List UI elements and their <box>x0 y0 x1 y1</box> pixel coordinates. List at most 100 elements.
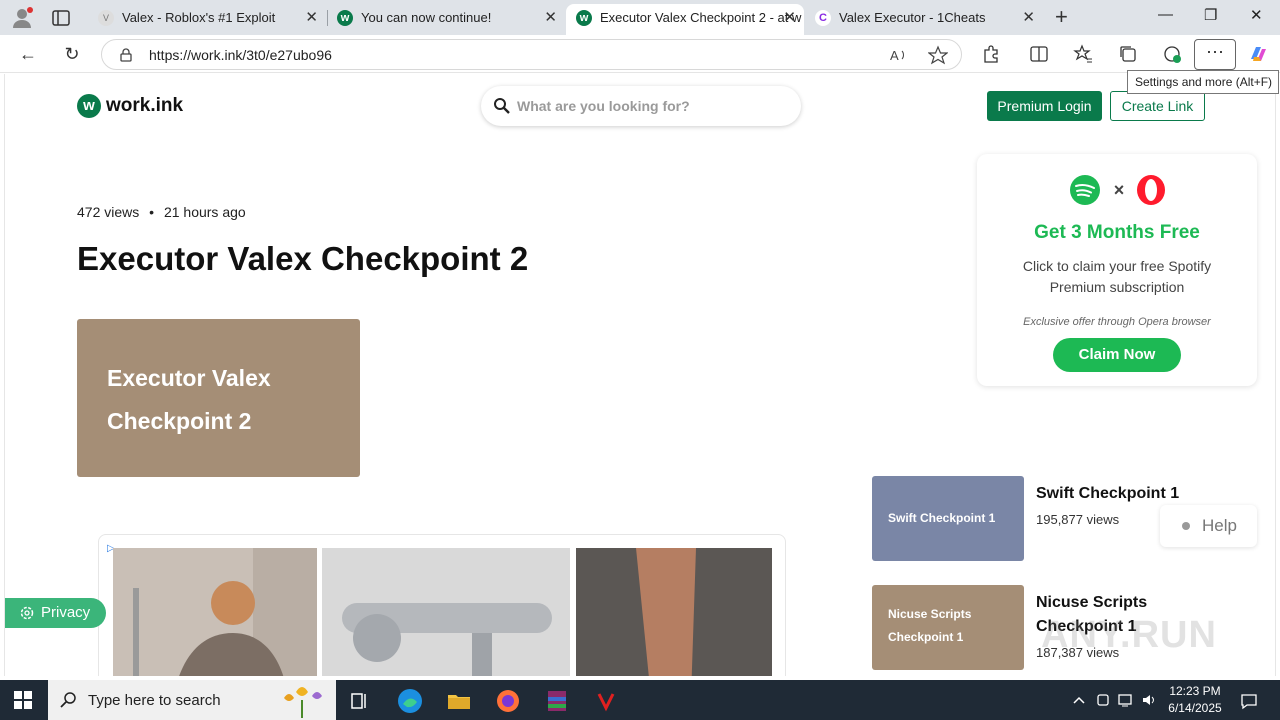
spotify-icon <box>1070 175 1100 205</box>
browser-essentials-icon[interactable] <box>1162 44 1182 64</box>
copilot-icon[interactable] <box>1247 43 1269 65</box>
workink-favicon-icon: w <box>576 10 592 26</box>
tray-chevron-up-icon[interactable] <box>1071 692 1087 708</box>
post-thumbnail: Executor Valex Checkpoint 2 <box>77 319 360 477</box>
close-tab-icon[interactable]: ✕ <box>544 4 557 31</box>
svg-text:A: A <box>890 48 899 63</box>
ad-image-legs[interactable] <box>576 548 772 676</box>
anyrun-watermark: ANY.RUN <box>1041 614 1217 656</box>
tulip-decoration-icon <box>284 687 322 718</box>
promo-logos: × <box>1070 175 1165 205</box>
browser-toolbar: ← ↻ https://work.ink/3t0/e27ubo96 A ··· <box>0 35 1280 73</box>
address-bar[interactable]: https://work.ink/3t0/e27ubo96 A <box>101 39 962 70</box>
tab-executor-valex[interactable]: w Executor Valex Checkpoint 2 - at w ✕ <box>566 4 804 35</box>
tab-strip: V Valex - Roblox's #1 Exploit ✕ w You ca… <box>0 0 1280 35</box>
premium-login-button[interactable]: Premium Login <box>987 91 1102 121</box>
minimize-icon[interactable]: — <box>1158 6 1173 23</box>
close-tab-icon[interactable]: ✕ <box>1022 4 1035 31</box>
opera-icon <box>1137 175 1165 205</box>
winrar-icon[interactable] <box>542 686 572 716</box>
settings-more-button[interactable]: ··· <box>1194 39 1236 70</box>
related-views: 195,877 views <box>1036 512 1120 527</box>
related-thumbnail[interactable]: Swift Checkpoint 1 <box>872 476 1024 561</box>
workink-favicon-icon: w <box>337 10 353 26</box>
tab-actions-icon[interactable] <box>50 7 72 29</box>
search-input[interactable] <box>517 95 787 117</box>
related-thumbnail-text: Swift Checkpoint 1 <box>888 511 996 525</box>
volume-icon[interactable] <box>1141 692 1157 708</box>
related-thumbnail-line-1: Nicuse Scripts <box>888 607 972 621</box>
ad-image-shower-woman[interactable] <box>113 548 317 676</box>
workink-logo[interactable]: w work.ink <box>77 94 183 118</box>
related-thumbnail-line-2: Checkpoint 1 <box>888 630 964 644</box>
tab-title: Valex - Roblox's #1 Exploit <box>122 10 276 25</box>
network-icon[interactable] <box>1118 692 1134 708</box>
close-window-icon[interactable]: ✕ <box>1250 6 1263 24</box>
settings-tooltip: Settings and more (Alt+F) <box>1127 70 1279 94</box>
thumbnail-line-2: Checkpoint 2 <box>107 408 252 434</box>
profile-icon[interactable] <box>10 6 34 30</box>
page-content: w work.ink Premium Login Create Link 472… <box>4 74 1276 676</box>
view-count: 472 views <box>77 204 140 220</box>
claim-now-button[interactable]: Claim Now <box>1053 338 1181 372</box>
tab-title: You can now continue! <box>361 10 492 25</box>
new-tab-button[interactable]: + <box>1055 4 1068 30</box>
restore-icon[interactable]: ❐ <box>1204 6 1217 24</box>
favorites-icon[interactable] <box>1073 44 1093 64</box>
refresh-icon[interactable]: ↻ <box>61 43 83 65</box>
valex-favicon-icon: V <box>98 10 114 26</box>
workink-logo-icon: w <box>77 94 101 118</box>
close-tab-icon[interactable]: ✕ <box>305 4 318 31</box>
site-search[interactable] <box>481 86 801 126</box>
help-status-dot <box>1182 522 1190 530</box>
tab-title: Valex Executor - 1Cheats <box>839 10 986 25</box>
system-clock[interactable]: 12:23 PM 6/14/2025 <box>1160 683 1230 717</box>
valex-app-icon[interactable] <box>591 686 621 716</box>
post-age: 21 hours ago <box>163 204 246 220</box>
close-tab-icon[interactable]: ✕ <box>783 4 796 31</box>
related-thumbnail[interactable]: Nicuse Scripts Checkpoint 1 <box>872 585 1024 670</box>
windows-start-icon[interactable] <box>14 691 32 709</box>
split-screen-icon[interactable] <box>1029 44 1049 64</box>
extensions-icon[interactable] <box>981 44 1001 64</box>
advertisement-banner[interactable]: ▷ <box>98 534 786 676</box>
tab-continue[interactable]: w You can now continue! ✕ <box>327 4 565 35</box>
tab-valex-exploit[interactable]: V Valex - Roblox's #1 Exploit ✕ <box>88 4 326 35</box>
spotify-opera-promo[interactable]: × Get 3 Months Free Click to claim your … <box>977 154 1257 386</box>
gear-icon <box>20 606 34 620</box>
privacy-label: Privacy <box>41 604 91 621</box>
notifications-icon[interactable] <box>1240 692 1258 710</box>
url-text[interactable]: https://work.ink/3t0/e27ubo96 <box>149 47 332 63</box>
taskbar-search-text[interactable]: Type here to search <box>88 692 221 709</box>
back-icon[interactable]: ← <box>17 43 39 65</box>
file-explorer-icon[interactable] <box>444 686 474 716</box>
ad-image-faucet[interactable] <box>322 548 570 676</box>
lock-icon[interactable] <box>119 48 133 62</box>
tray-device-icon[interactable] <box>1095 692 1111 708</box>
help-label: Help <box>1202 516 1237 535</box>
post-meta: 472 views • 21 hours ago <box>77 204 252 220</box>
read-aloud-icon[interactable]: A <box>888 45 908 65</box>
privacy-button[interactable]: Privacy <box>5 598 106 628</box>
search-icon <box>494 98 510 114</box>
meta-separator: • <box>149 204 155 220</box>
help-widget[interactable]: Help <box>1160 505 1257 547</box>
create-link-button[interactable]: Create Link <box>1110 91 1205 121</box>
clock-date: 6/14/2025 <box>1168 701 1222 715</box>
search-icon <box>60 692 76 708</box>
collections-icon[interactable] <box>1118 44 1138 64</box>
tab-1cheats[interactable]: C Valex Executor - 1Cheats ✕ <box>805 4 1043 35</box>
promo-description: Click to claim your free Spotify Premium… <box>1022 258 1212 295</box>
favorite-star-icon[interactable] <box>928 45 948 65</box>
1cheats-favicon-icon: C <box>815 10 831 26</box>
promo-headline: Get 3 Months Free <box>1034 222 1200 243</box>
firefox-icon[interactable] <box>493 686 523 716</box>
taskbar-search[interactable]: Type here to search <box>48 680 336 720</box>
logo-text: work.ink <box>106 95 184 116</box>
promo-times-symbol: × <box>1114 180 1125 200</box>
edge-taskbar-icon[interactable] <box>395 686 425 716</box>
promo-exclusive-note: Exclusive offer through Opera browser <box>1023 316 1211 328</box>
related-title[interactable]: Swift Checkpoint 1 <box>1036 482 1196 506</box>
clock-time: 12:23 PM <box>1169 684 1221 698</box>
task-view-icon[interactable] <box>345 686 375 716</box>
